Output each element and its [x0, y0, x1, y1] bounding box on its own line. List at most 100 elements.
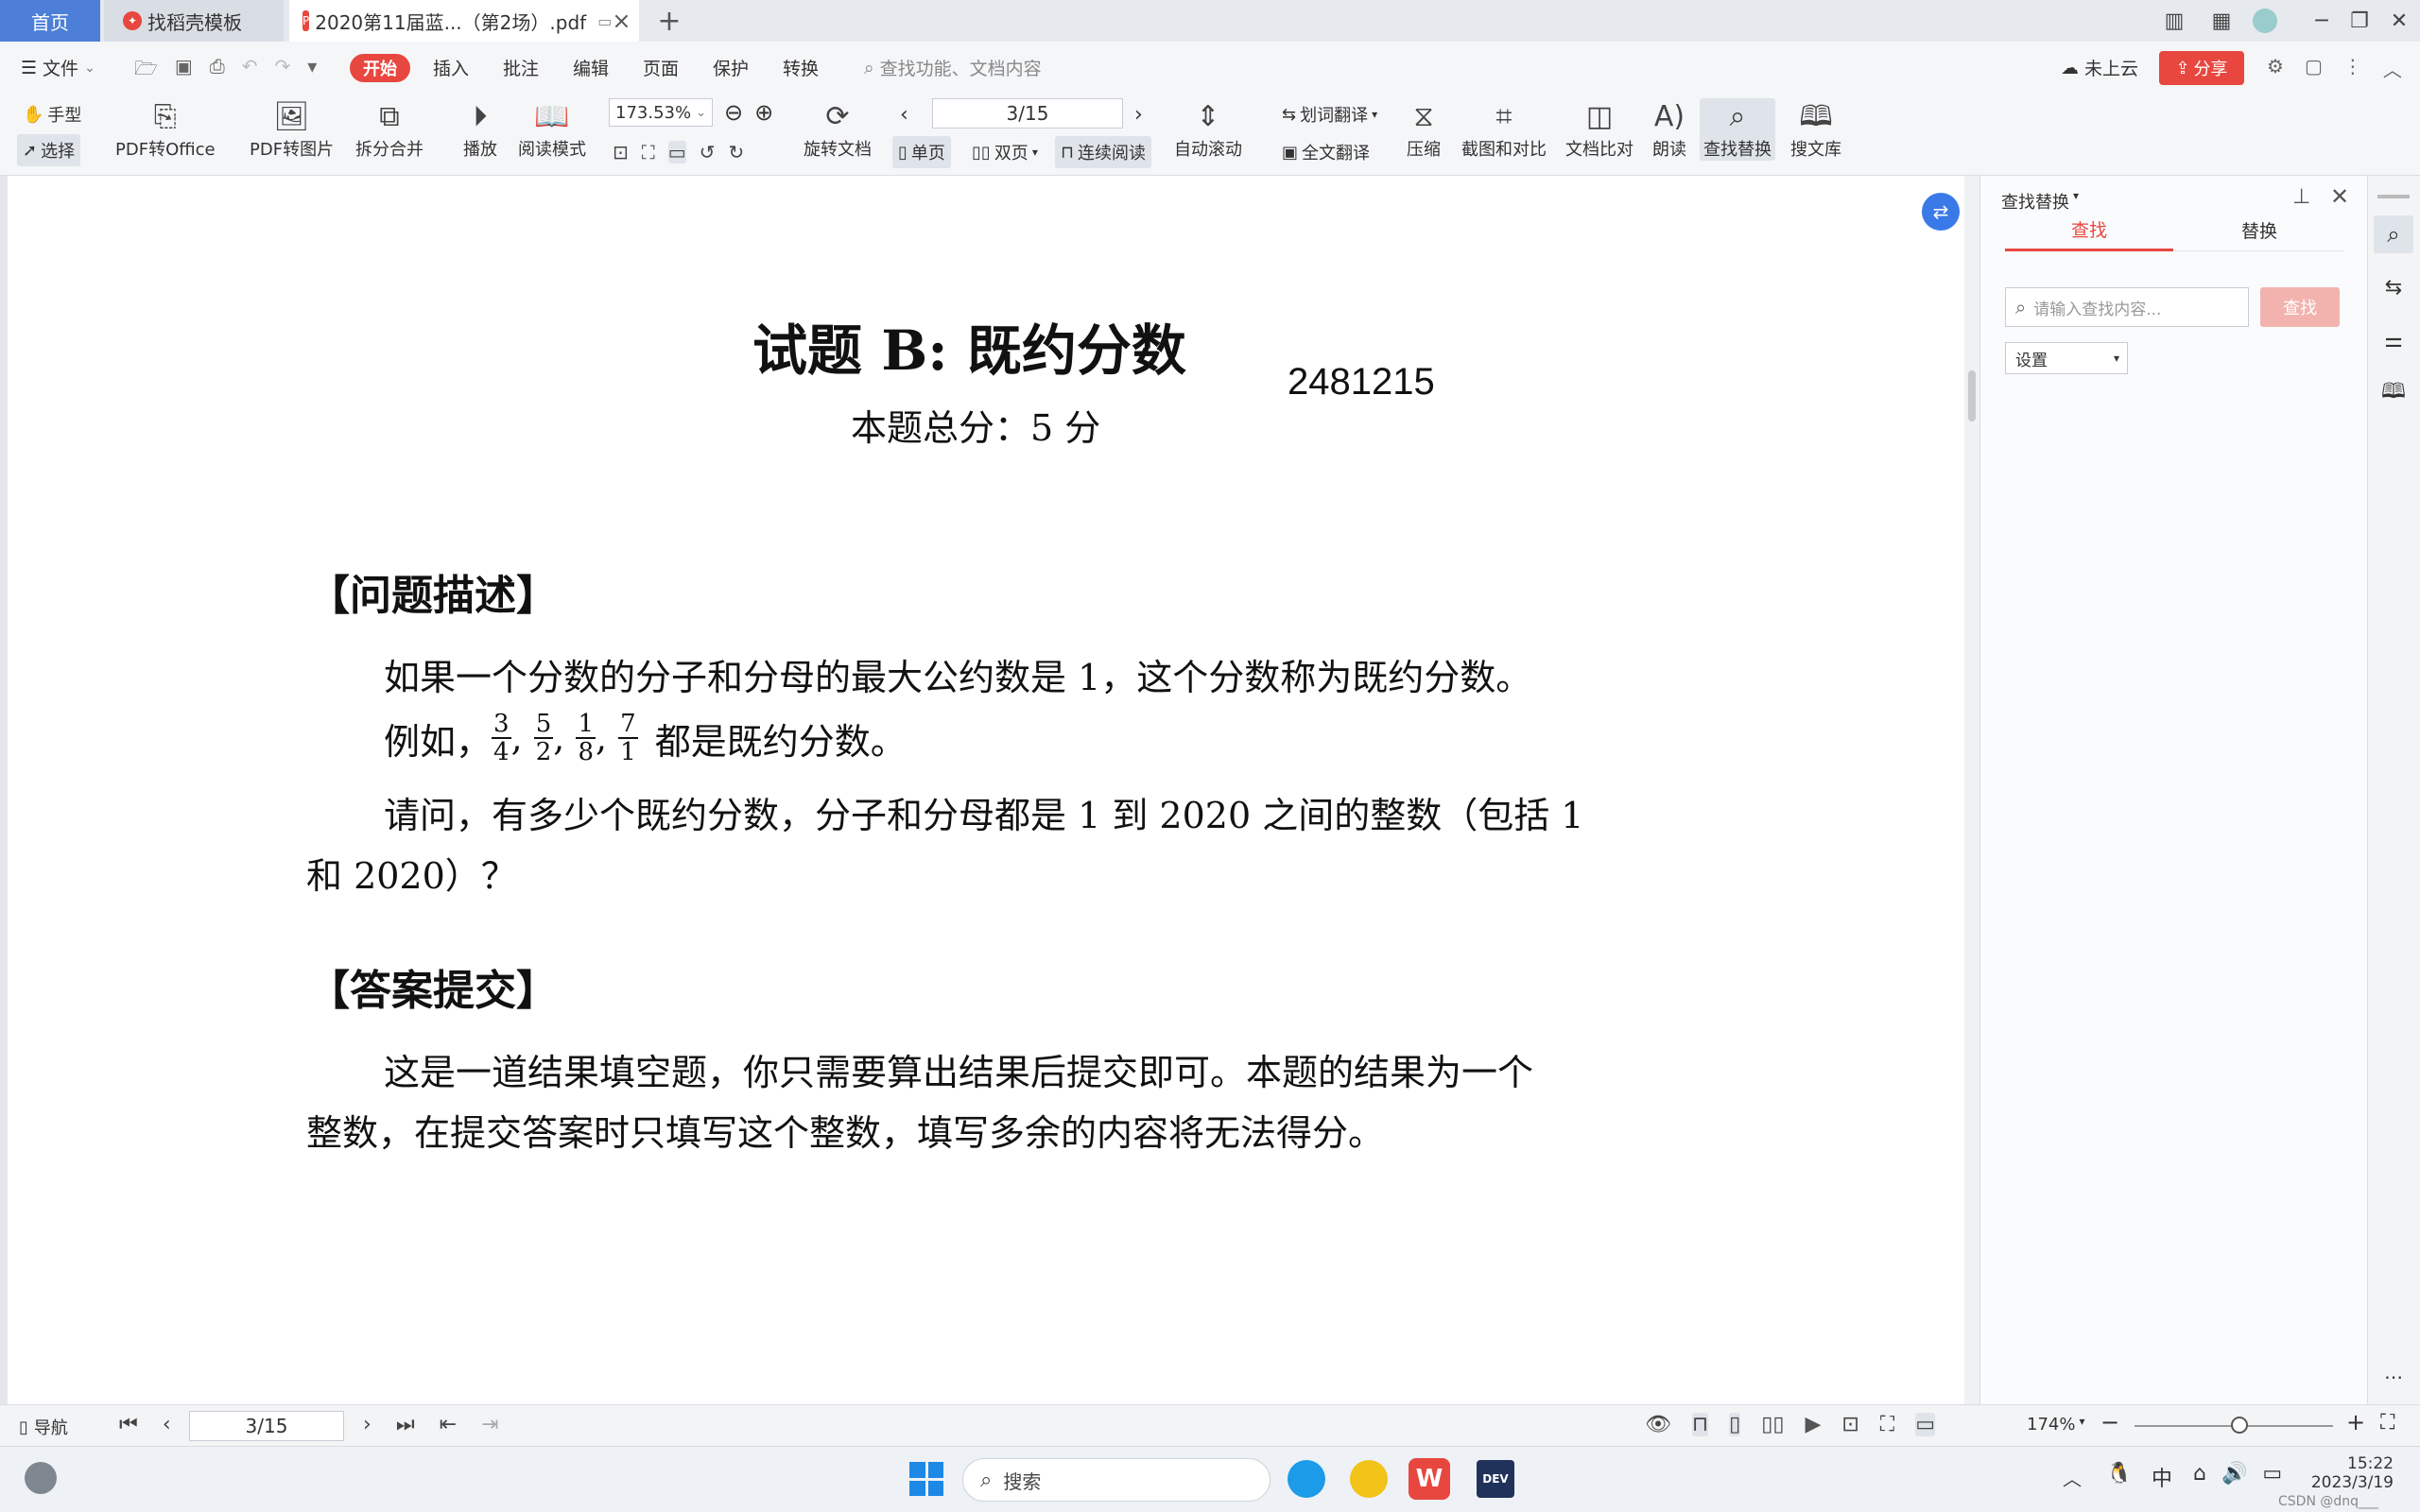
adjust-sidebar-icon[interactable]: ⚌ — [2374, 321, 2413, 359]
last-page-icon[interactable]: ⏭ — [396, 1413, 415, 1436]
close-tab-icon[interactable]: × — [612, 8, 631, 34]
open-folder-icon[interactable]: 🗁 — [134, 55, 158, 87]
qq-tray-icon[interactable]: 🐧 — [2106, 1462, 2132, 1486]
tab-template[interactable]: ✦ 找稻壳模板 — [104, 0, 284, 42]
tab-pdf-document[interactable]: P 2020第11届蓝...（第2场）.pdf ▭ × — [289, 0, 639, 42]
zoom-slider-handle[interactable] — [2231, 1417, 2248, 1434]
status-page-input[interactable]: 3/15 — [189, 1411, 344, 1441]
find-sidebar-icon[interactable]: ⌕ — [2374, 215, 2413, 253]
edge-browser-icon[interactable] — [1288, 1460, 1325, 1498]
zoom-in-icon[interactable]: ⊕ — [754, 99, 773, 126]
word-translate-button[interactable]: ⇆ 划词翻译 ▾ — [1282, 98, 1377, 130]
music-app-icon[interactable] — [1350, 1460, 1388, 1498]
vertical-scrollbar[interactable] — [1964, 176, 1979, 1404]
continuous-read-button[interactable]: ⊓ 连续阅读 — [1055, 136, 1152, 168]
settings-select[interactable]: 设置 ▾ — [2005, 342, 2128, 374]
floating-tool-icon[interactable]: ⇄ — [1922, 193, 1960, 231]
pdf-to-office-button[interactable]: ⎘ PDF转Office — [115, 98, 216, 161]
status-zoom-select[interactable]: 174% ▾ — [2027, 1415, 2085, 1435]
menu-page[interactable]: 页面 — [643, 55, 679, 80]
apps-grid-icon[interactable]: ▦ — [2206, 6, 2237, 36]
select-tool-button[interactable]: ➚ 选择 — [17, 134, 81, 166]
screenshot-compare-button[interactable]: ⌗ 截图和对比 — [1461, 98, 1547, 161]
layout-icon[interactable]: ▥ — [2159, 6, 2189, 36]
search-library-button[interactable]: 🕮 搜文库 — [1790, 98, 1841, 161]
cloud-status[interactable]: ☁ 未上云 — [2061, 55, 2138, 80]
close-window-icon[interactable]: ✕ — [2384, 6, 2414, 36]
next-page-icon[interactable]: › — [363, 1413, 372, 1436]
fit-width-icon[interactable]: ▭ — [1915, 1413, 1935, 1436]
next-page-icon[interactable]: › — [1134, 98, 1143, 130]
tab-home[interactable]: 首页 — [0, 0, 100, 42]
print-icon[interactable]: ⎙ — [210, 55, 225, 87]
actual-size-icon[interactable]: ⊡ — [613, 141, 629, 163]
drag-handle-icon[interactable] — [2377, 195, 2410, 198]
quick-access-dropdown-icon[interactable]: ▾ — [307, 55, 317, 87]
settings-gear-icon[interactable]: ⚙ — [2267, 55, 2284, 82]
user-avatar[interactable] — [2250, 6, 2280, 36]
menu-protect[interactable]: 保护 — [713, 55, 749, 80]
fit-width-icon[interactable]: ▭ — [667, 141, 686, 163]
weather-icon[interactable] — [25, 1462, 57, 1494]
single-page-button[interactable]: ▯ 单页 — [892, 136, 951, 168]
pdf-to-image-button[interactable]: 🖼 PDF转图片 — [250, 98, 334, 161]
dev-cpp-icon[interactable]: DEV — [1477, 1460, 1514, 1498]
split-merge-button[interactable]: ⧉ 拆分合并 — [355, 98, 424, 161]
auto-scroll-button[interactable]: ⇕ 自动滚动 — [1174, 98, 1242, 161]
fit-page-icon[interactable]: ⛶ — [642, 141, 655, 163]
monitor-icon[interactable]: ▭ — [597, 12, 612, 30]
undo-icon[interactable]: ↶ — [242, 55, 258, 87]
menu-insert[interactable]: 插入 — [433, 55, 469, 80]
wps-office-icon[interactable]: W — [1409, 1458, 1450, 1500]
rotate-right-icon[interactable]: ↻ — [728, 141, 744, 163]
zoom-in-icon[interactable]: + — [2346, 1409, 2365, 1435]
tab-replace[interactable]: 替换 — [2175, 210, 2343, 251]
hand-tool-button[interactable]: ✋ 手型 — [23, 98, 81, 130]
zoom-out-icon[interactable]: ⊖ — [724, 99, 743, 126]
pin-icon[interactable]: ⊥ — [2292, 185, 2310, 209]
redo-icon[interactable]: ↷ — [274, 55, 290, 87]
save-icon[interactable]: ▣ — [175, 55, 193, 87]
feature-search-input[interactable]: ⌕ 查找功能、文档内容 — [864, 55, 1042, 80]
library-sidebar-icon[interactable]: 🕮 — [2374, 374, 2413, 412]
scrollbar-thumb[interactable] — [1968, 370, 1976, 421]
start-tab[interactable]: 开始 — [350, 54, 410, 82]
network-icon[interactable]: ⌂ — [2193, 1462, 2206, 1486]
prev-page-icon[interactable]: ‹ — [900, 98, 908, 130]
volume-icon[interactable]: 🔊 — [2221, 1462, 2247, 1486]
restore-icon[interactable]: ❐ — [2344, 6, 2375, 36]
page-number-input[interactable]: 3/15 — [932, 98, 1123, 129]
find-button[interactable]: 查找 — [2260, 287, 2340, 327]
minimize-icon[interactable]: ─ — [2307, 6, 2337, 36]
find-input[interactable]: ⌕ 请输入查找内容... — [2005, 287, 2249, 327]
menu-comment[interactable]: 批注 — [503, 55, 539, 80]
windows-start-icon[interactable] — [909, 1462, 943, 1496]
clock[interactable]: 15:22 2023/3/19 — [2308, 1454, 2394, 1492]
doc-compare-button[interactable]: ◫ 文档比对 — [1565, 98, 1634, 161]
more-icon[interactable]: ⋮ — [2343, 55, 2362, 82]
fullscreen-icon[interactable]: ⛶ — [2380, 1411, 2394, 1435]
navigation-button[interactable]: ▯ 导航 — [19, 1415, 68, 1439]
zoom-level-select[interactable]: 173.53% ⌄ — [609, 98, 713, 127]
message-icon[interactable]: ▢ — [2305, 55, 2323, 82]
single-view-icon[interactable]: ▯ — [1729, 1413, 1741, 1436]
find-replace-button[interactable]: ⌕ 查找替换 — [1700, 98, 1775, 161]
collapse-ribbon-icon[interactable]: ︿ — [2383, 55, 2402, 82]
tab-find[interactable]: 查找 — [2005, 210, 2173, 251]
translate-sidebar-icon[interactable]: ⇆ — [2374, 268, 2413, 306]
file-menu[interactable]: ☰ 文件 ⌄ — [21, 55, 95, 80]
actual-size-icon[interactable]: ⊡ — [1841, 1413, 1858, 1436]
battery-icon[interactable]: ▭ — [2262, 1462, 2282, 1486]
read-mode-button[interactable]: 📖 阅读模式 — [518, 98, 586, 161]
full-translate-button[interactable]: ▣ 全文翻译 — [1282, 136, 1370, 168]
compress-button[interactable]: ⧖ 压缩 — [1407, 98, 1441, 161]
close-panel-icon[interactable]: ✕ — [2330, 183, 2349, 210]
taskbar-search[interactable]: ⌕ 搜索 — [962, 1458, 1270, 1502]
rotate-document-button[interactable]: ⟳ 旋转文档 — [804, 98, 872, 161]
forward-icon[interactable]: ⇥ — [481, 1413, 498, 1436]
play-button[interactable]: ⏵ 播放 — [463, 98, 497, 161]
double-page-button[interactable]: ▯▯ 双页 ▾ — [972, 136, 1038, 168]
share-button[interactable]: ⇪ 分享 — [2159, 51, 2244, 85]
fit-page-icon[interactable]: ⛶ — [1880, 1413, 1894, 1436]
eye-protection-icon[interactable]: 👁 — [1645, 1413, 1671, 1436]
